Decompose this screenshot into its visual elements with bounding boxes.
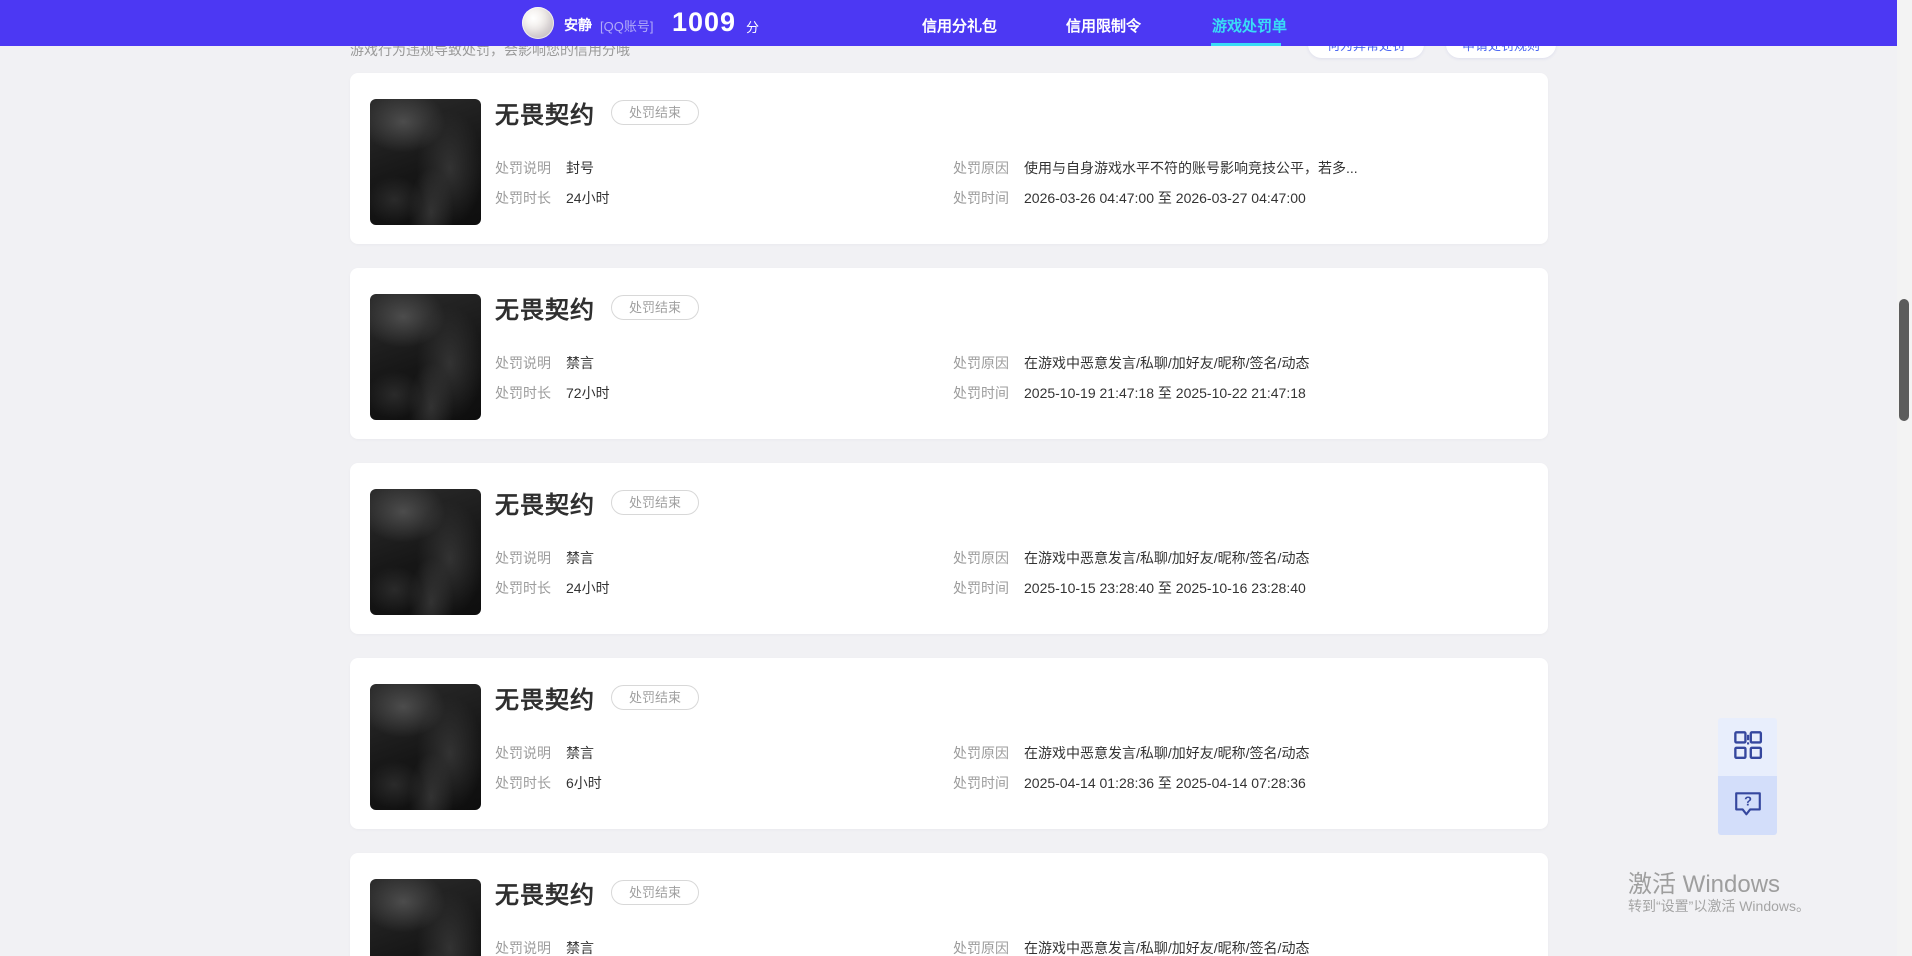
windows-activation-hint: 转到“设置”以激活 Windows。 — [1628, 898, 1811, 914]
punishment-duration-value: 24小时 — [566, 580, 610, 596]
svg-text:?: ? — [1744, 794, 1752, 809]
punishment-desc-value: 禁言 — [566, 940, 594, 956]
punishment-desc-label: 处罚说明 — [495, 160, 551, 176]
punishment-time-value: 2025-04-14 01:28:36 至 2025-04-14 07:28:3… — [1024, 775, 1306, 791]
status-badge: 处罚结束 — [611, 880, 700, 905]
game-title: 无畏契约 — [495, 102, 595, 129]
windows-activation-watermark: 激活 Windows — [1628, 871, 1781, 898]
game-title: 无畏契约 — [495, 687, 595, 714]
punishment-desc-label: 处罚说明 — [495, 355, 551, 371]
punishment-time-value: 2025-10-19 21:47:18 至 2025-10-22 21:47:1… — [1024, 385, 1306, 401]
punishment-duration-value: 24小时 — [566, 190, 610, 206]
punishment-reason-label: 处罚原因 — [953, 940, 1009, 956]
game-title: 无畏契约 — [495, 297, 595, 324]
qr-code-button[interactable] — [1718, 718, 1777, 776]
qr-code-icon — [1733, 730, 1763, 765]
user-name: 安静 — [564, 17, 592, 33]
punishment-duration-label: 处罚时长 — [495, 385, 551, 401]
punishment-card: 无畏契约 处罚结束 处罚说明 禁言 处罚时长 24小时 处罚原因 在游戏中恶意发… — [350, 463, 1548, 634]
punishment-desc-value: 禁言 — [566, 745, 594, 761]
game-thumbnail — [370, 684, 481, 810]
punishment-reason-value: 在游戏中恶意发言/私聊/加好友/昵称/签名/动态 — [1024, 940, 1310, 956]
game-title: 无畏契约 — [495, 882, 595, 909]
game-title: 无畏契约 — [495, 492, 595, 519]
game-thumbnail — [370, 294, 481, 420]
punishment-card: 无畏契约 处罚结束 处罚说明 禁言 处罚时长 72小时 处罚原因 在游戏中恶意发… — [350, 268, 1548, 439]
punishment-card: 无畏契约 处罚结束 处罚说明 封号 处罚时长 24小时 处罚原因 使用与自身游戏… — [350, 73, 1548, 244]
punishment-duration-value: 72小时 — [566, 385, 610, 401]
credit-score: 1009 — [672, 7, 737, 37]
page: 游戏行为违规导致处罚，会影响您的信用分哦 何为异常处罚 申请处罚规则 无畏契约 … — [0, 0, 1912, 956]
punishment-duration-label: 处罚时长 — [495, 190, 551, 206]
account-type-label: [QQ账号] — [600, 19, 654, 34]
punishment-card-list: 无畏契约 处罚结束 处罚说明 封号 处罚时长 24小时 处罚原因 使用与自身游戏… — [350, 73, 1548, 956]
punishment-reason-value: 在游戏中恶意发言/私聊/加好友/昵称/签名/动态 — [1024, 355, 1310, 371]
punishment-card: 无畏契约 处罚结束 处罚说明 禁言 处罚时长 6小时 处罚原因 在游戏中恶意发言… — [350, 658, 1548, 829]
punishment-time-label: 处罚时间 — [953, 580, 1009, 596]
punishment-desc-value: 禁言 — [566, 550, 594, 566]
punishment-reason-value: 在游戏中恶意发言/私聊/加好友/昵称/签名/动态 — [1024, 550, 1310, 566]
header: 安静 [QQ账号] 1009 分 信用分礼包 信用限制令 游戏处罚单 — [0, 0, 1912, 46]
nav-item-credit-gift[interactable]: 信用分礼包 — [922, 15, 997, 36]
status-badge: 处罚结束 — [611, 490, 700, 515]
punishment-reason-value: 使用与自身游戏水平不符的账号影响竞技公平，若多... — [1024, 160, 1358, 176]
nav-item-game-punishment[interactable]: 游戏处罚单 — [1212, 15, 1287, 36]
punishment-reason-label: 处罚原因 — [953, 355, 1009, 371]
punishment-desc-label: 处罚说明 — [495, 940, 551, 956]
punishment-reason-label: 处罚原因 — [953, 745, 1009, 761]
punishment-reason-label: 处罚原因 — [953, 160, 1009, 176]
punishment-duration-value: 6小时 — [566, 775, 602, 791]
punishment-duration-label: 处罚时长 — [495, 580, 551, 596]
punishment-time-label: 处罚时间 — [953, 775, 1009, 791]
game-thumbnail — [370, 99, 481, 225]
punishment-reason-label: 处罚原因 — [953, 550, 1009, 566]
punishment-card: 无畏契约 处罚结束 处罚说明 禁言 处罚时长 处罚原因 在游戏中恶意发言/私聊/… — [350, 853, 1548, 956]
punishment-desc-value: 禁言 — [566, 355, 594, 371]
punishment-desc-label: 处罚说明 — [495, 745, 551, 761]
active-tab-underline — [1211, 43, 1281, 46]
avatar — [522, 7, 554, 39]
status-badge: 处罚结束 — [611, 295, 700, 320]
punishment-reason-value: 在游戏中恶意发言/私聊/加好友/昵称/签名/动态 — [1024, 745, 1310, 761]
status-badge: 处罚结束 — [611, 100, 700, 125]
punishment-desc-label: 处罚说明 — [495, 550, 551, 566]
punishment-time-label: 处罚时间 — [953, 385, 1009, 401]
credit-score-unit: 分 — [746, 20, 760, 35]
help-button[interactable]: ? — [1718, 776, 1777, 835]
nav-item-credit-restriction[interactable]: 信用限制令 — [1066, 15, 1141, 36]
punishment-desc-value: 封号 — [566, 160, 594, 176]
punishment-time-label: 处罚时间 — [953, 190, 1009, 206]
game-thumbnail — [370, 489, 481, 615]
status-badge: 处罚结束 — [611, 685, 700, 710]
question-bubble-icon: ? — [1733, 788, 1763, 823]
scrollbar-thumb[interactable] — [1899, 299, 1909, 421]
vertical-scrollbar[interactable] — [1897, 0, 1912, 956]
punishment-time-value: 2025-10-15 23:28:40 至 2025-10-16 23:28:4… — [1024, 580, 1306, 596]
game-thumbnail — [370, 879, 481, 956]
punishment-time-value: 2026-03-26 04:47:00 至 2026-03-27 04:47:0… — [1024, 190, 1306, 206]
punishment-duration-label: 处罚时长 — [495, 775, 551, 791]
